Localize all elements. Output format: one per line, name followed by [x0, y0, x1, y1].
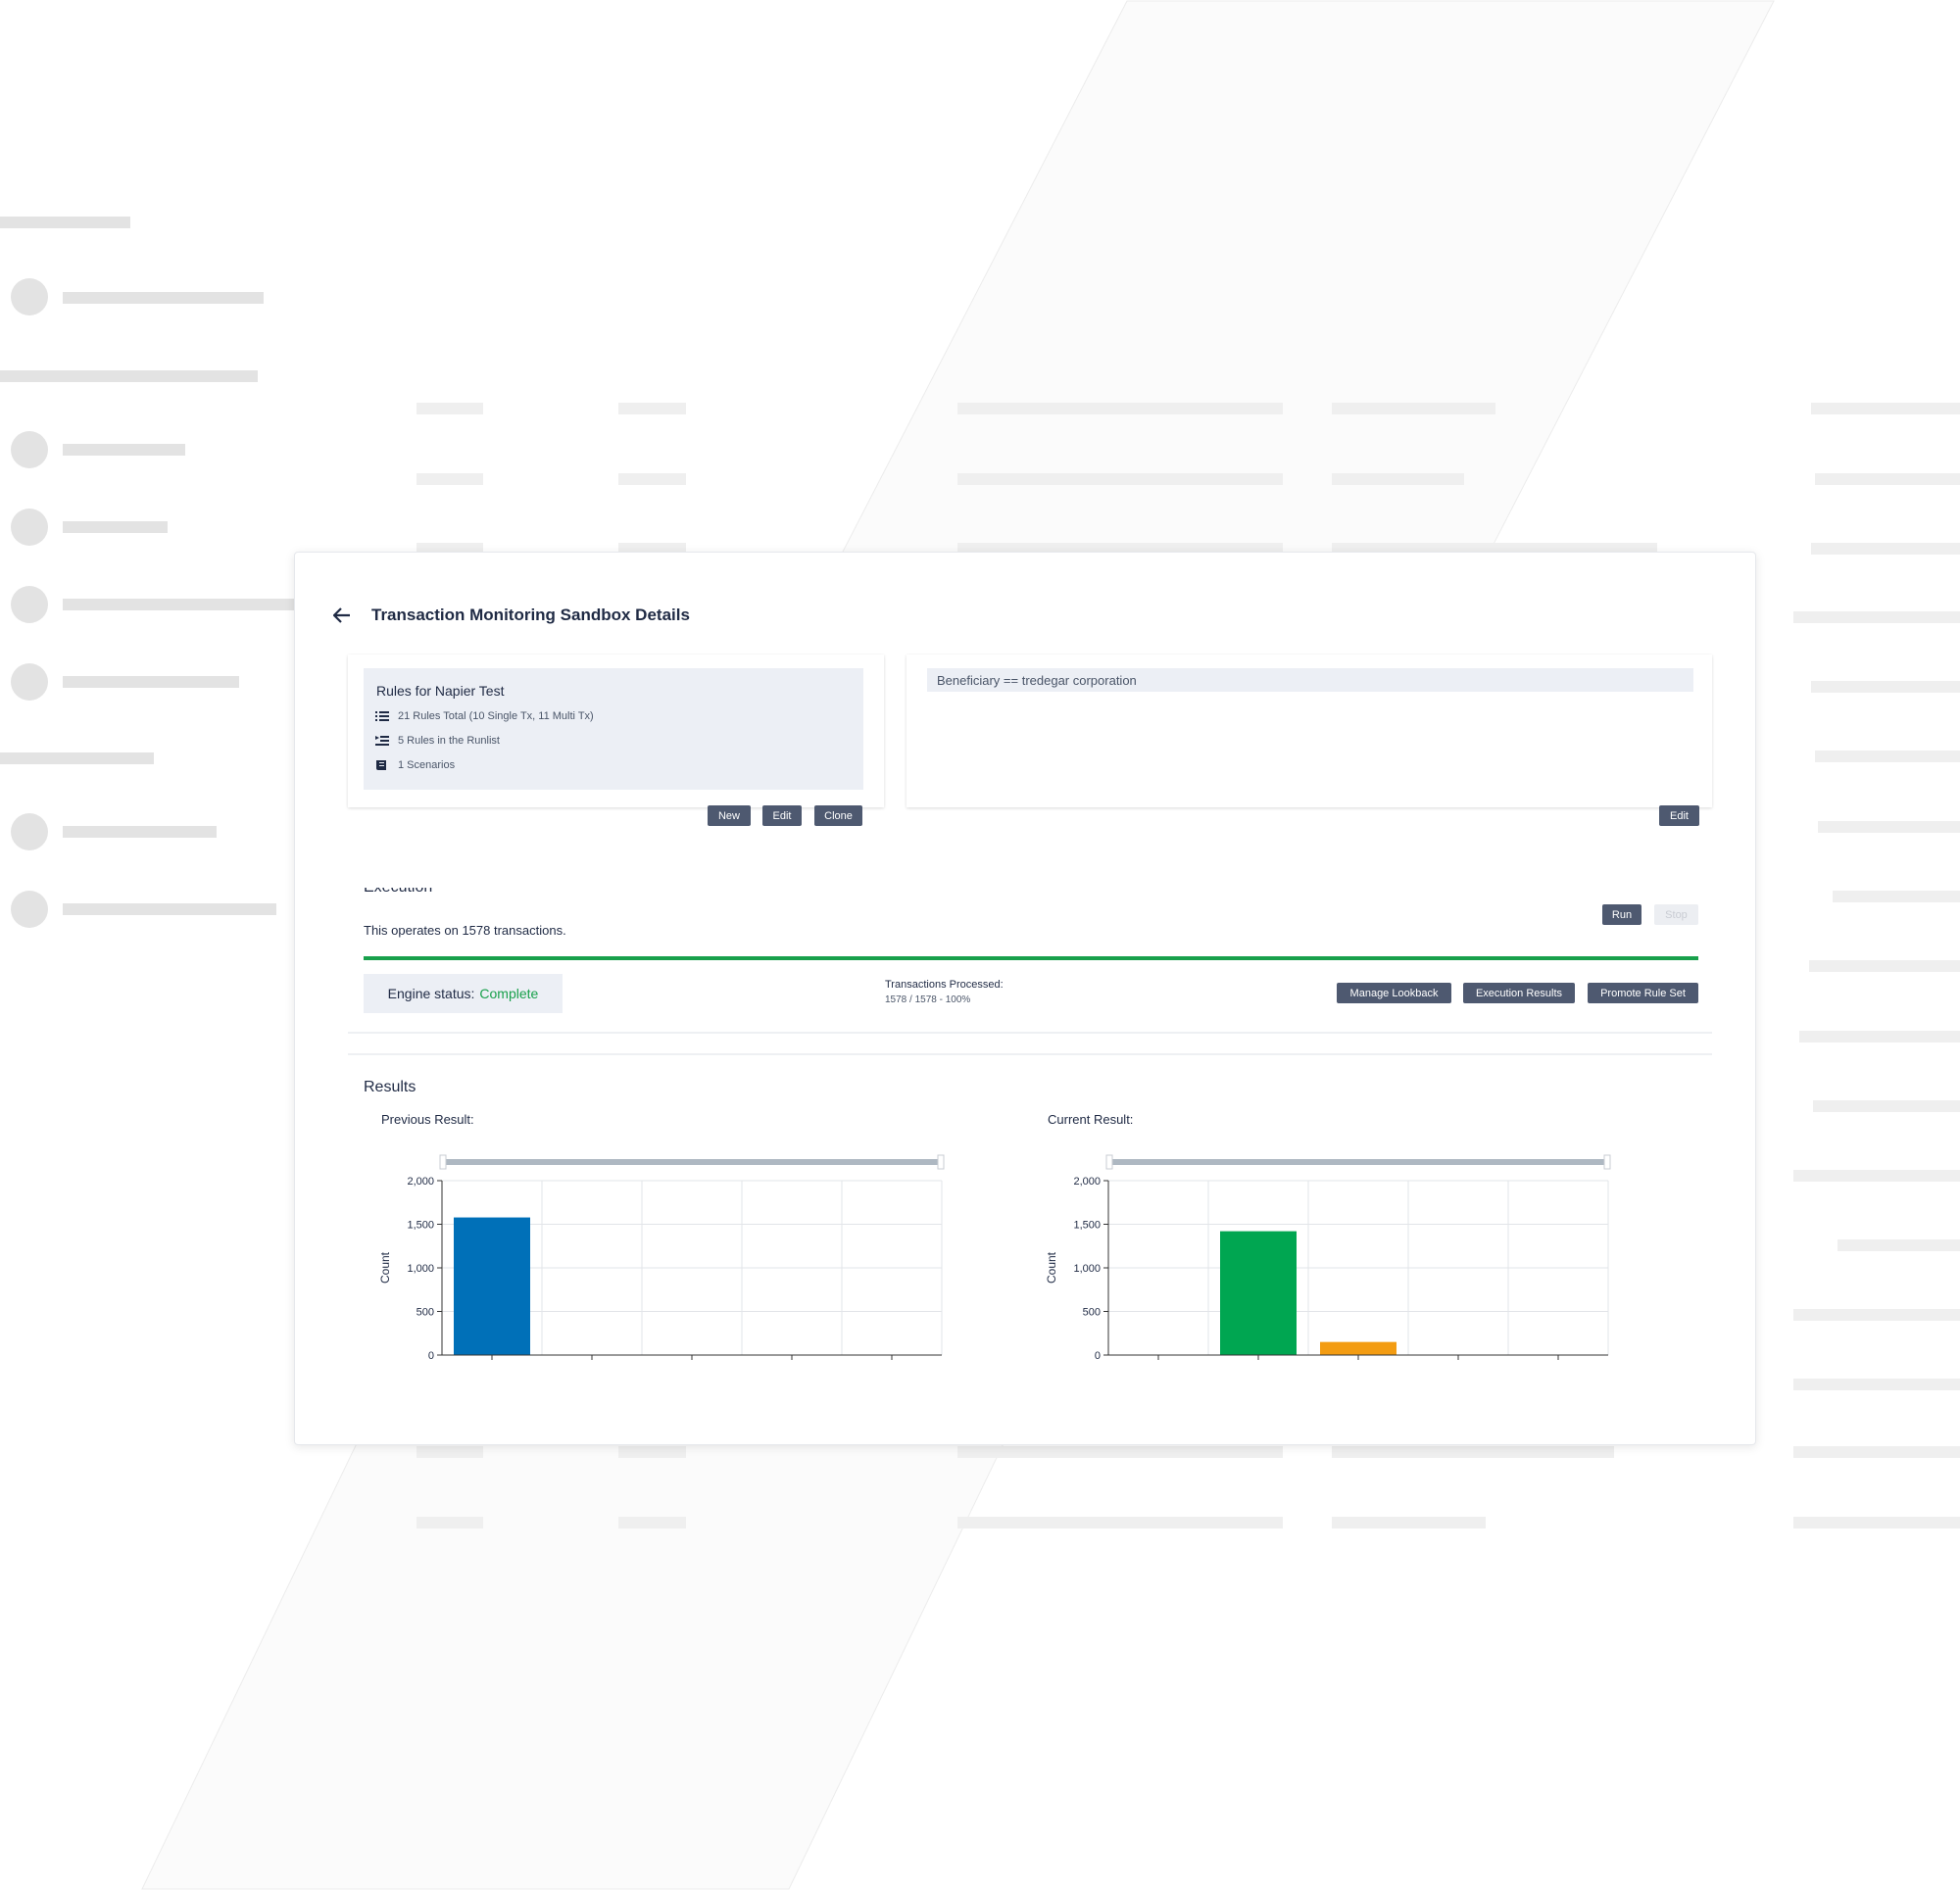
page-title: Transaction Monitoring Sandbox Details	[371, 606, 690, 624]
scenarios-line: 1 Scenarios	[375, 759, 455, 771]
ruleset-card: Rules for Napier Test 21 Rules Total (10…	[348, 655, 884, 826]
execution-progress-bar	[364, 956, 1698, 960]
y-axis-label: Count	[378, 1251, 392, 1284]
y-tick-label: 2,000	[1073, 1176, 1101, 1188]
rules-total-text: 21 Rules Total (10 Single Tx, 11 Multi T…	[398, 710, 594, 722]
y-tick-label: 0	[428, 1350, 434, 1362]
rules-total-line: 21 Rules Total (10 Single Tx, 11 Multi T…	[375, 710, 594, 722]
range-slider-handle-right	[1603, 1154, 1611, 1170]
section-divider	[348, 1032, 1712, 1034]
transactions-processed-label: Transactions Processed:	[885, 979, 1004, 991]
bar-level-1	[454, 1217, 530, 1355]
transactions-processed-value: 1578 / 1578 - 100%	[885, 994, 971, 1005]
range-slider-track	[1108, 1159, 1608, 1165]
y-tick-label: 1,000	[407, 1263, 434, 1275]
range-slider-handle-right	[937, 1154, 945, 1170]
range-slider-handle-left	[439, 1154, 447, 1170]
page-header: Transaction Monitoring Sandbox Details	[330, 604, 690, 627]
range-slider-track	[442, 1159, 942, 1165]
manage-lookback-button[interactable]: Manage Lookback	[1337, 983, 1451, 1003]
bar-level-3	[1320, 1341, 1396, 1355]
runlist-text: 5 Rules in the Runlist	[398, 735, 500, 747]
scroll-icon	[376, 760, 386, 770]
new-button[interactable]: New	[708, 805, 751, 826]
current-result-chart: 05001,0001,5002,000Level 1Level 2Level 3…	[1045, 1154, 1611, 1362]
previous-result-label: Previous Result:	[381, 1112, 474, 1127]
runlist-icon	[375, 736, 389, 746]
y-tick-label: 1,500	[1073, 1220, 1101, 1232]
engine-status-value: Complete	[479, 986, 539, 1001]
runlist-line: 5 Rules in the Runlist	[375, 735, 500, 747]
y-axis-label: Count	[1045, 1251, 1058, 1284]
y-tick-label: 2,000	[407, 1176, 434, 1188]
current-result-label: Current Result:	[1048, 1112, 1134, 1127]
y-tick-label: 0	[1095, 1350, 1101, 1362]
range-slider-handle-left	[1105, 1154, 1113, 1170]
edit-ruleset-button[interactable]: Edit	[762, 805, 802, 826]
previous-result-chart: 05001,0001,5002,000Level 1Level 2Level 3…	[378, 1154, 945, 1362]
stop-button: Stop	[1654, 904, 1698, 925]
execution-description: This operates on 1578 transactions.	[364, 923, 566, 938]
run-button[interactable]: Run	[1602, 904, 1642, 925]
ruleset-summary[interactable]: Rules for Napier Test 21 Rules Total (10…	[364, 668, 863, 790]
y-tick-label: 1,500	[407, 1220, 434, 1232]
edit-query-button[interactable]: Edit	[1659, 805, 1699, 826]
execution-results-button[interactable]: Execution Results	[1463, 983, 1575, 1003]
engine-status-label: Engine status:	[387, 986, 475, 1001]
query-expression: Beneficiary == tredegar corporation	[927, 668, 1693, 692]
back-arrow-icon[interactable]	[330, 604, 354, 627]
sandbox-details-window: Transaction Monitoring Sandbox Details R…	[294, 552, 1756, 1445]
execution-heading: Execution	[364, 888, 432, 899]
y-tick-label: 500	[416, 1307, 434, 1319]
query-card: Beneficiary == tredegar corporation Edit	[906, 655, 1712, 826]
results-title: Results	[364, 1079, 416, 1095]
scenarios-text: 1 Scenarios	[398, 759, 456, 771]
promote-rule-set-button[interactable]: Promote Rule Set	[1588, 983, 1698, 1003]
engine-status: Engine status: Complete	[364, 974, 563, 1013]
section-divider	[348, 1053, 1712, 1055]
bar-level-2	[1220, 1231, 1297, 1355]
list-icon	[375, 711, 389, 721]
y-tick-label: 1,000	[1073, 1263, 1101, 1275]
y-tick-label: 500	[1083, 1307, 1101, 1319]
clone-button[interactable]: Clone	[814, 805, 862, 826]
ruleset-name: Rules for Napier Test	[376, 683, 505, 699]
